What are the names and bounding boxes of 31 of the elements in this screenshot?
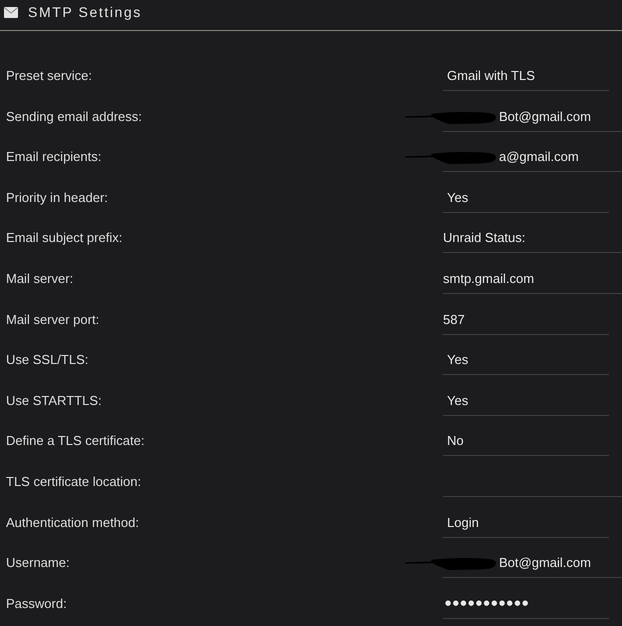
field-label: Define a TLS certificate: (5, 432, 144, 450)
envelope-icon (4, 6, 18, 18)
number-input-field[interactable]: 587 (443, 304, 609, 335)
field-label: Use STARTTLS: (5, 392, 102, 410)
scribble-icon (405, 110, 497, 125)
text-input-field[interactable]: Unraid Status: (443, 223, 622, 254)
field-label: Mail server port: (5, 310, 100, 329)
dropdown-field[interactable]: No (443, 426, 609, 456)
field-label: Preset service: (5, 67, 92, 85)
field-label: Priority in header: (5, 188, 108, 207)
field-label: Use SSL/TLS: (5, 351, 88, 370)
field-label: Email recipients: (5, 148, 102, 166)
field-label: Email subject prefix: (5, 229, 122, 248)
field-label: Authentication method: (5, 514, 139, 532)
field-label: Sending email address: (5, 108, 142, 126)
text-input-field[interactable]: a@gmail.com (499, 142, 622, 172)
dropdown-field[interactable]: Yes (443, 345, 609, 376)
section-title: SMTP Settings (28, 3, 142, 21)
dropdown-field[interactable]: Gmail with TLS (443, 61, 609, 91)
scribble-icon (405, 151, 497, 166)
text-input-field[interactable]: smtp.gmail.com (443, 264, 622, 294)
field-label: Username: (5, 554, 70, 572)
text-input-field[interactable]: Bot@gmail.com (499, 548, 622, 578)
field-label: Mail server: (5, 270, 74, 288)
text-input-field[interactable]: Bot@gmail.com (499, 102, 622, 132)
dropdown-field[interactable]: Yes (443, 386, 609, 416)
scribble-icon (405, 557, 497, 572)
dropdown-field[interactable]: Login (443, 508, 609, 538)
field-label: Password: (5, 594, 67, 613)
dropdown-field[interactable]: Yes (443, 182, 609, 213)
field-label: TLS certificate location: (5, 472, 142, 491)
